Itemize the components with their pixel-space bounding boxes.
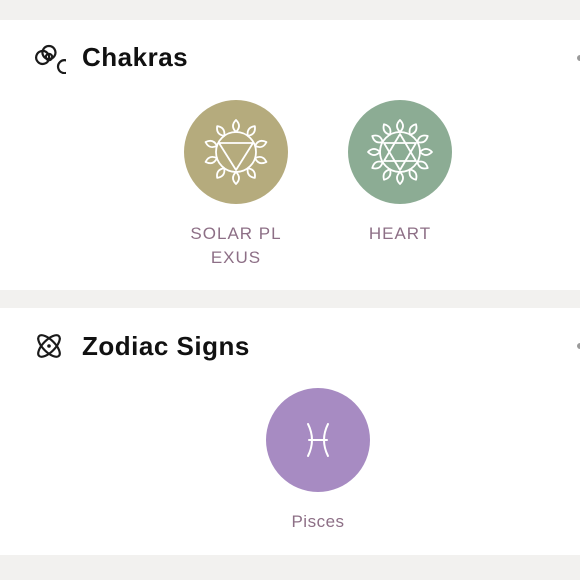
chakra-tile-heart[interactable]: HEART (340, 100, 460, 246)
chakras-card: Chakras SOLAR PL EXUS HEART (0, 20, 580, 290)
zodiac-header: Zodiac Signs (32, 329, 250, 363)
section-title: Chakras (82, 41, 189, 72)
heart-badge[interactable] (348, 100, 452, 204)
zodiac-card: Zodiac Signs Pisces (0, 308, 580, 555)
zodiac-tile-pisces[interactable]: Pisces (258, 388, 378, 534)
chakras-header: Chakras (32, 40, 188, 74)
biohazard-icon (32, 40, 66, 74)
pisces-badge[interactable] (266, 388, 370, 492)
heart-chakra-icon (367, 119, 433, 185)
solar-plexus-badge[interactable] (184, 100, 288, 204)
chakra-label-heart: HEART (368, 224, 432, 243)
zodiac-label-pisces: Pisces (291, 512, 345, 531)
pisces-icon (307, 423, 329, 457)
atom-icon (32, 329, 66, 363)
chakra-label-solar-plexus: SOLAR PL EXUS (180, 222, 292, 270)
solar-plexus-chakra-icon (204, 119, 268, 185)
solar-plexus-label: SOLAR PL EXUS (190, 224, 282, 267)
chakra-tile-solar-plexus[interactable]: SOLAR PL EXUS (176, 100, 296, 270)
section-title: Zodiac Signs (82, 330, 250, 361)
